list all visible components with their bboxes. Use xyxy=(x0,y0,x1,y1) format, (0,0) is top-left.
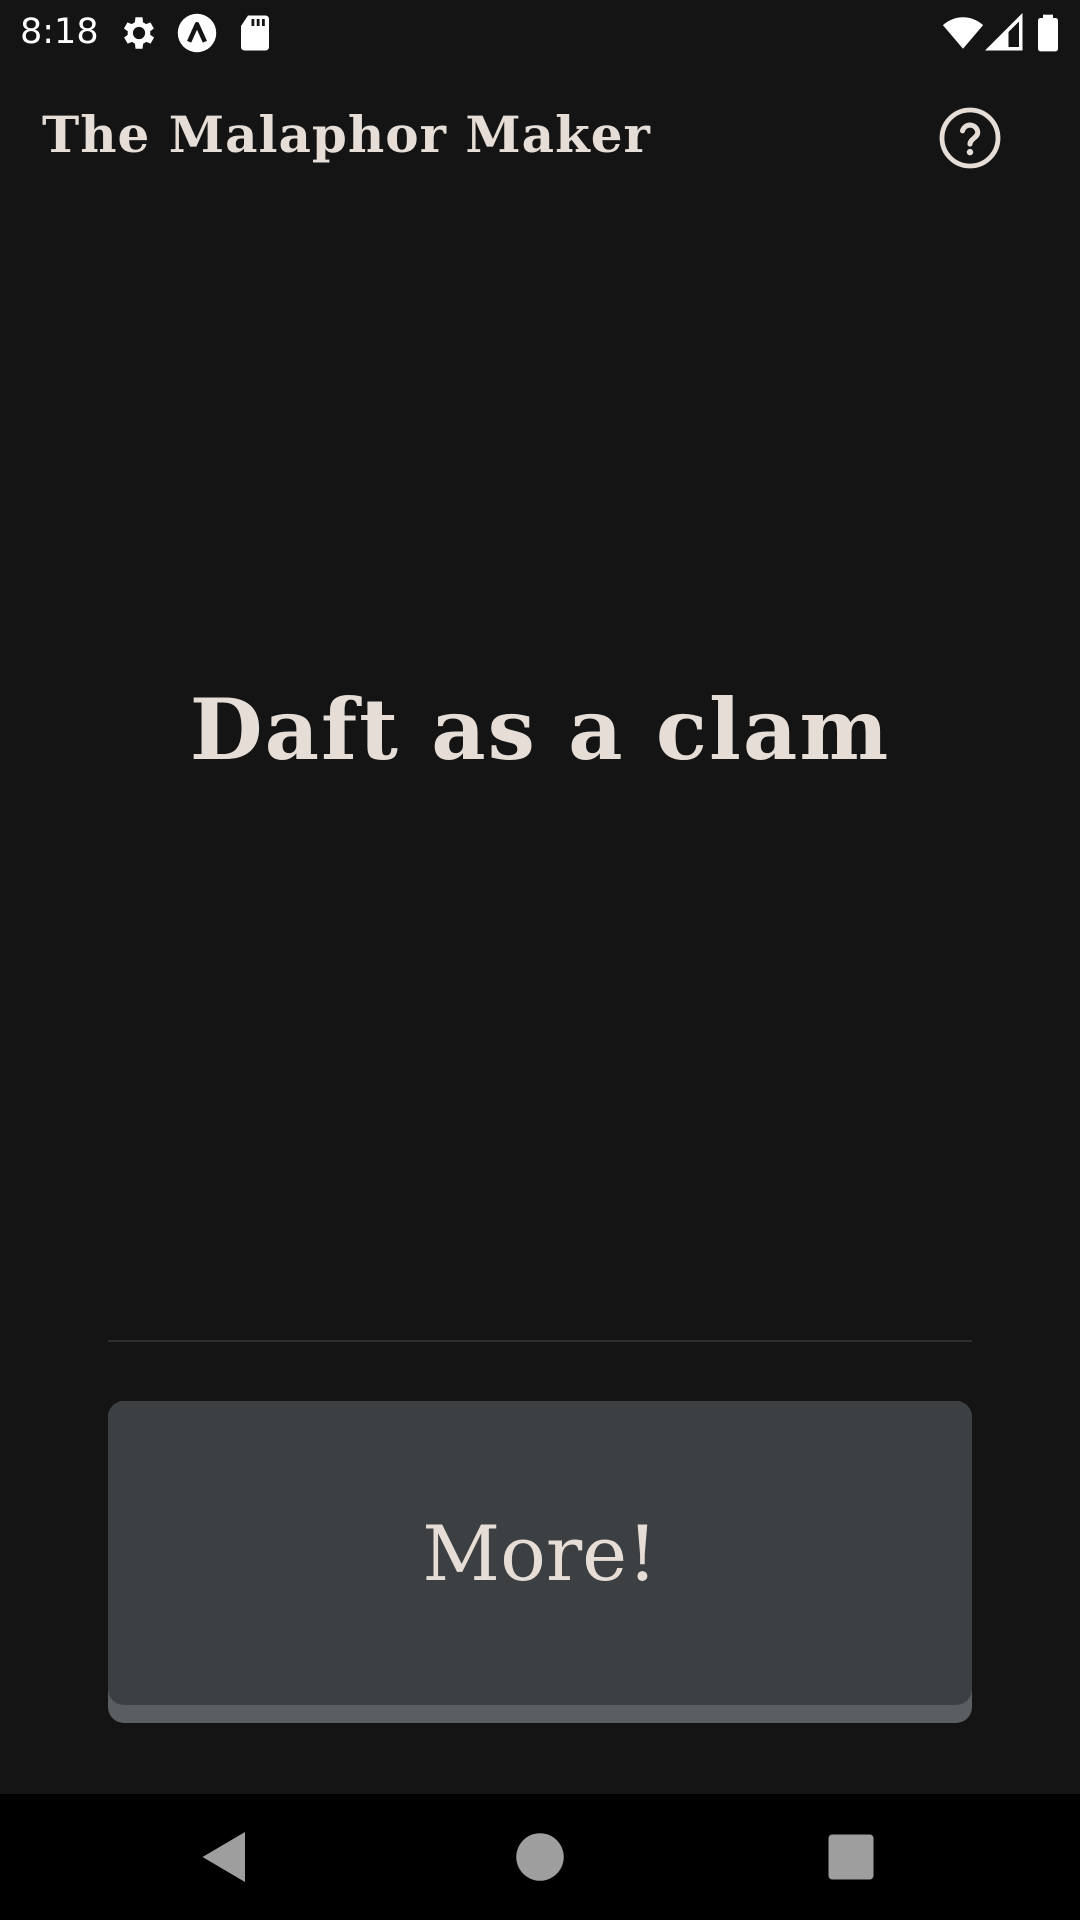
app-notification-icon xyxy=(176,12,218,54)
help-button[interactable] xyxy=(938,106,1002,170)
more-button[interactable]: More! xyxy=(108,1401,972,1723)
sd-card-icon xyxy=(234,12,276,54)
help-circle-icon xyxy=(939,107,1001,169)
cell-signal-icon xyxy=(984,12,1026,54)
recents-button[interactable] xyxy=(821,1827,881,1887)
app-title: The Malaphor Maker xyxy=(42,105,651,164)
home-icon xyxy=(516,1833,564,1881)
more-button-face[interactable]: More! xyxy=(108,1401,972,1705)
malaphor-phrase: Daft as a clam xyxy=(189,680,891,779)
status-bar: 8:18 xyxy=(0,0,1080,63)
navigation-bar xyxy=(0,1794,1080,1920)
more-button-label: More! xyxy=(422,1508,658,1598)
divider xyxy=(108,1340,972,1342)
status-time: 8:18 xyxy=(20,12,99,52)
back-button[interactable] xyxy=(195,1827,255,1887)
app-bar: The Malaphor Maker xyxy=(0,63,1080,203)
settings-gear-icon xyxy=(118,12,160,54)
battery-icon xyxy=(1028,12,1068,54)
home-button[interactable] xyxy=(510,1827,570,1887)
back-icon xyxy=(202,1832,245,1882)
wifi-icon xyxy=(942,12,984,54)
recents-icon xyxy=(828,1834,874,1880)
